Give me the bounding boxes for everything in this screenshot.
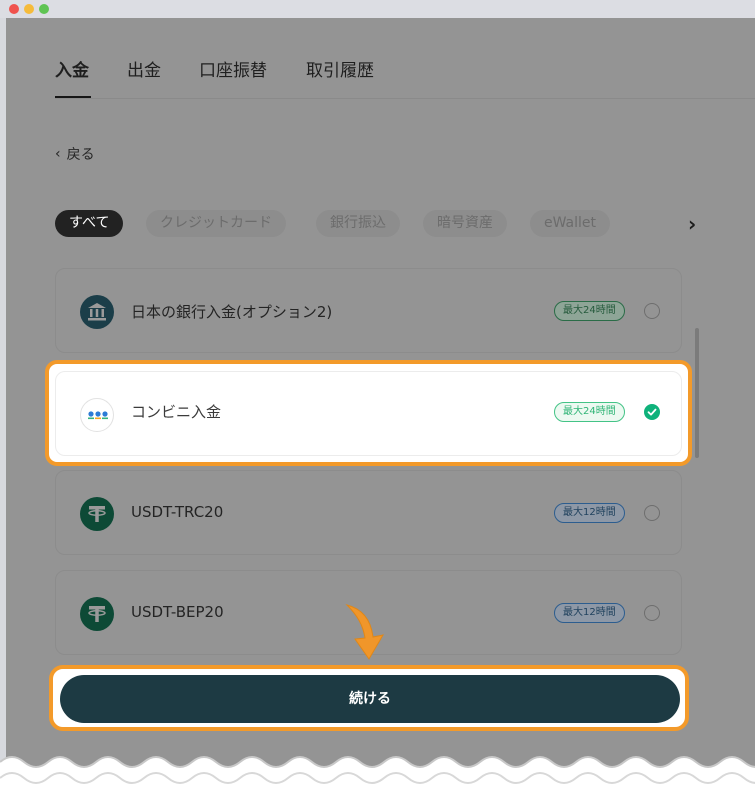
method-card-usdt-trc20[interactable]: USDT-TRC20 最大12時間 [55,470,682,555]
tabs-divider [55,98,755,99]
filter-chip-crypto[interactable]: 暗号資産 [423,210,507,237]
maximize-window-button[interactable] [39,4,49,14]
back-link[interactable]: ‹ 戻る [55,144,95,164]
tab-withdraw[interactable]: 出金 [127,56,161,81]
tab-transfer[interactable]: 口座振替 [199,56,267,81]
arrow-down-icon [345,604,384,660]
continue-highlight: 続ける [49,665,689,731]
torn-edge-decoration [0,756,755,796]
method-name: USDT-BEP20 [131,603,224,621]
minimize-window-button[interactable] [24,4,34,14]
bank-icon [80,295,114,329]
tether-icon [80,597,114,631]
processing-time-badge: 最大12時間 [554,503,625,523]
processing-time-badge: 最大24時間 [554,301,625,321]
method-radio[interactable] [644,605,660,621]
tab-history[interactable]: 取引履歴 [306,56,374,81]
method-radio[interactable] [644,303,660,319]
deposit-page: 入金 出金 口座振替 取引履歴 ‹ 戻る すべて クレジットカード 銀行振込 暗… [6,18,755,796]
tab-deposit[interactable]: 入金 [55,56,89,81]
title-bar [0,0,755,18]
method-name: 日本の銀行入金(オプション2) [131,303,333,321]
app-window: 入金 出金 口座振替 取引履歴 ‹ 戻る すべて クレジットカード 銀行振込 暗… [0,0,755,796]
method-name: コンビニ入金 [131,403,222,421]
method-card-bank[interactable]: 日本の銀行入金(オプション2) 最大24時間 [55,268,682,353]
tab-bar: 入金 出金 口座振替 取引履歴 [6,18,755,100]
list-scrollbar[interactable] [695,328,699,458]
processing-time-badge: 最大12時間 [554,603,625,623]
chevron-left-icon: ‹ [55,146,61,162]
filter-chip-ewallet[interactable]: eWallet [530,210,611,237]
back-label: 戻る [66,147,95,163]
processing-time-badge: 最大24時間 [554,402,625,422]
check-icon[interactable] [644,404,660,420]
convenience-store-icon [80,398,114,432]
method-name: USDT-TRC20 [131,503,224,521]
filter-chip-bank-transfer[interactable]: 銀行振込 [316,210,400,237]
close-window-button[interactable] [9,4,19,14]
method-card-convenience-store[interactable]: コンビニ入金 最大24時間 [55,371,682,456]
continue-button[interactable]: 続ける [60,675,680,723]
tether-icon [80,497,114,531]
filter-chip-credit-card[interactable]: クレジットカード [146,210,286,237]
filter-chip-all[interactable]: すべて [55,210,124,237]
chevron-right-icon[interactable]: › [688,212,696,236]
method-radio[interactable] [644,505,660,521]
active-tab-indicator [55,96,91,98]
